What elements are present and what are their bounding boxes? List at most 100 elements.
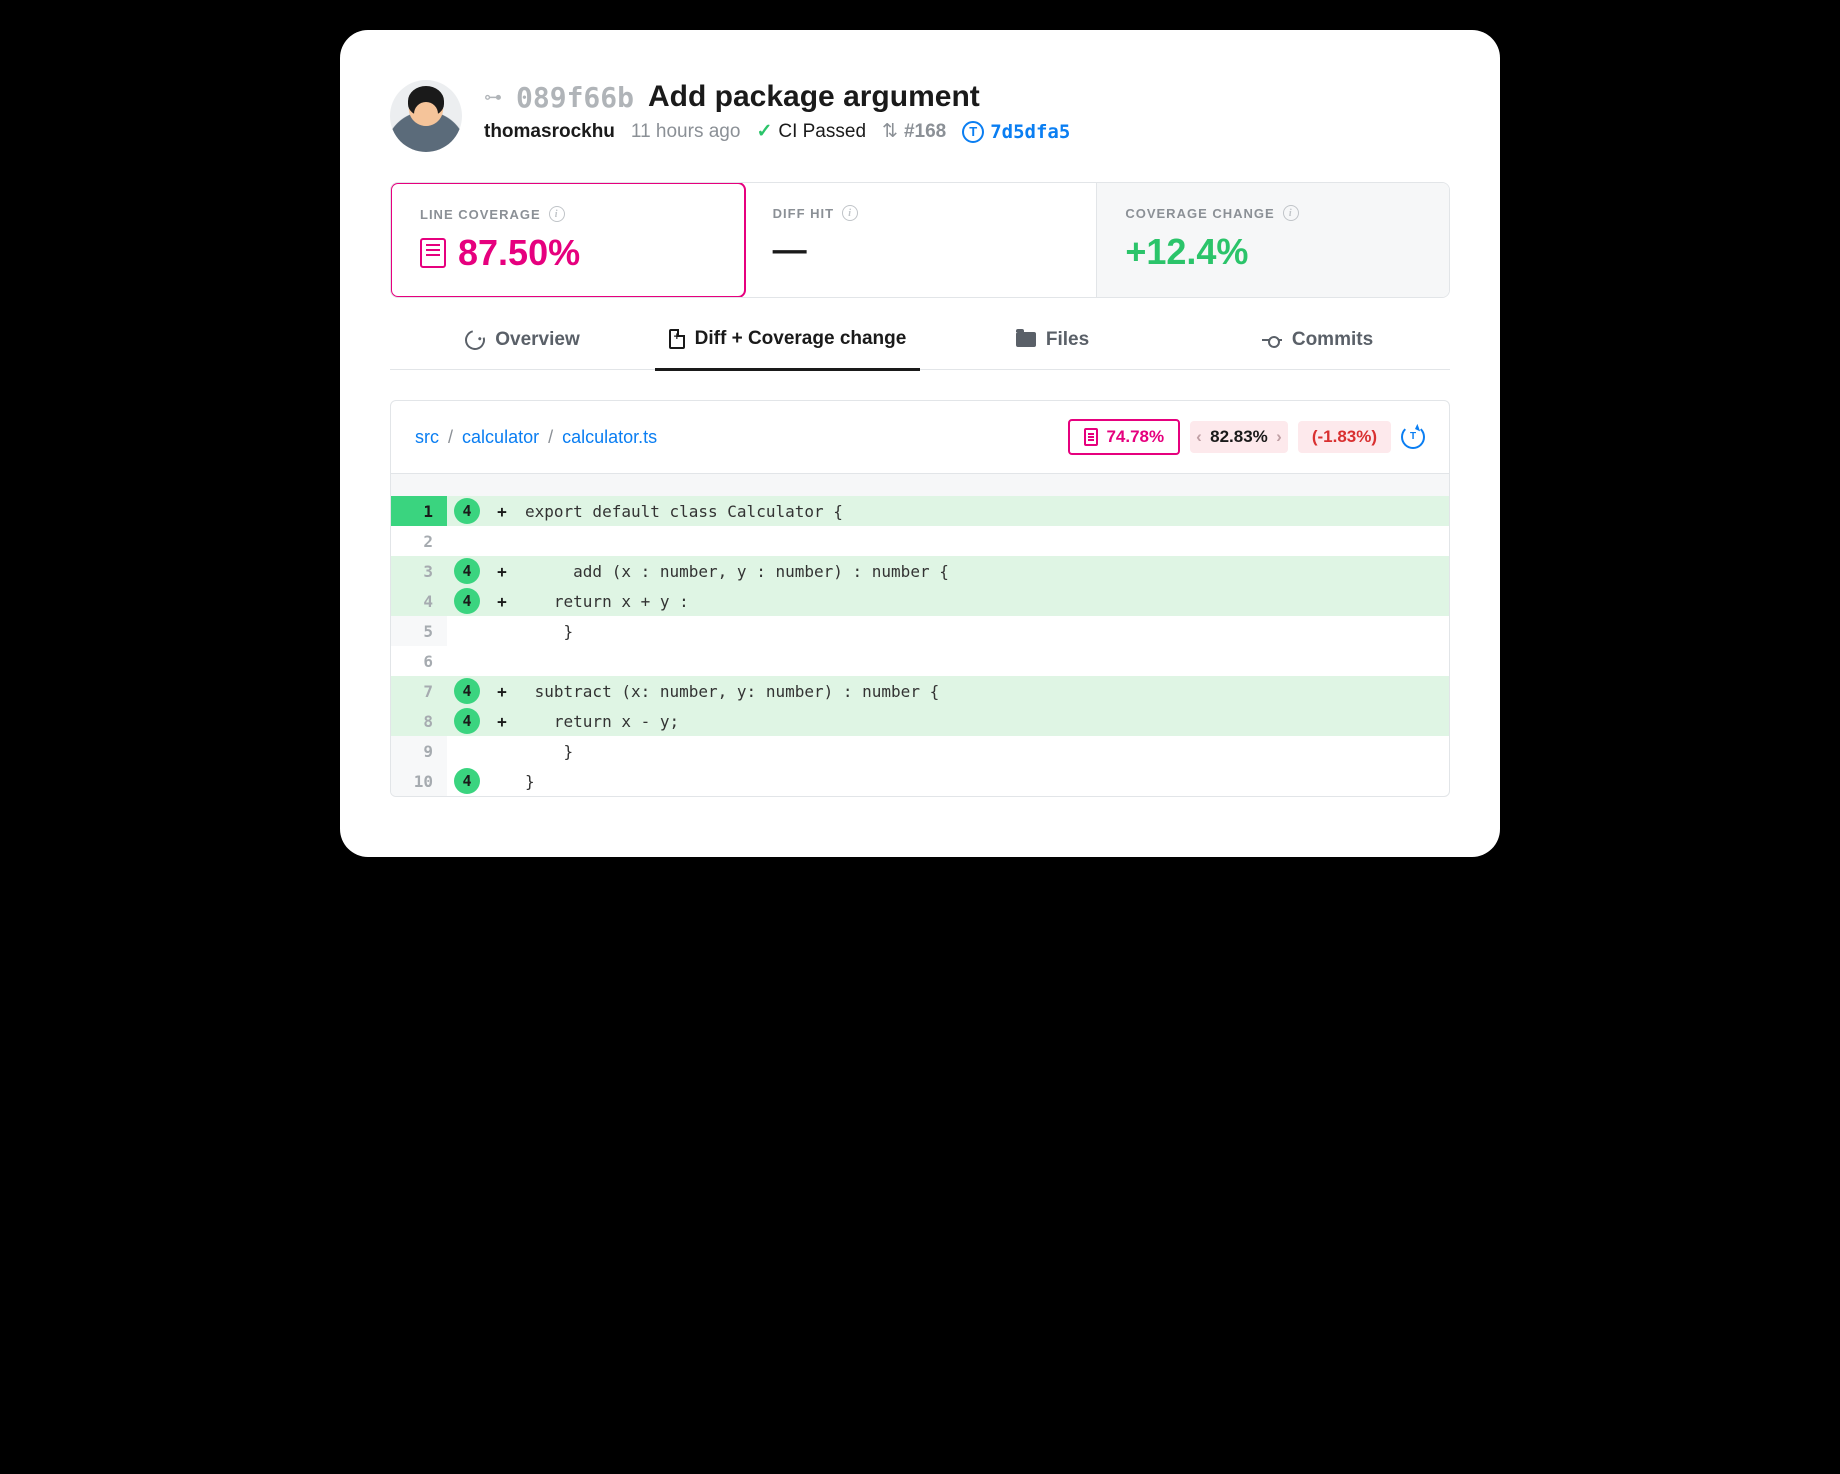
compare-icon: T <box>962 121 984 143</box>
tab-commits[interactable]: Commits <box>1185 328 1450 369</box>
breadcrumb-sep: / <box>548 427 553 447</box>
breadcrumb-segment[interactable]: calculator.ts <box>562 427 657 447</box>
coverage-current: 74.78% <box>1106 427 1164 447</box>
line-number: 3 <box>391 556 447 586</box>
tab-label: Diff + Coverage change <box>695 328 907 350</box>
hit-badge: 4 <box>454 588 480 614</box>
line-number: 10 <box>391 766 447 796</box>
diff-sign: + <box>487 496 517 526</box>
coverage-stats: LINE COVERAGE i 87.50% DIFF HIT i — COVE… <box>390 182 1450 298</box>
tab-overview[interactable]: Overview <box>390 328 655 369</box>
stat-label: COVERAGE CHANGE <box>1125 206 1274 221</box>
file-coverage-stats: 74.78% 82.83% (-1.83%) T <box>1068 419 1425 455</box>
coverage-current-pill[interactable]: 74.78% <box>1068 419 1180 455</box>
pr-number: #168 <box>904 121 946 143</box>
code-line[interactable]: 34 + add (x : number, y : number) : numbe… <box>391 556 1449 586</box>
file-panel: src / calculator / calculator.ts 74.78% … <box>390 400 1450 797</box>
code-content: } <box>517 616 1449 646</box>
stat-diff-hit[interactable]: DIFF HIT i — <box>745 183 1098 297</box>
code-line[interactable]: 74+ subtract (x: number, y: number) : nu… <box>391 676 1449 706</box>
tab-files[interactable]: Files <box>920 328 1185 369</box>
hit-count: 4 <box>447 766 487 796</box>
title-block: ⊶ 089f66b Add package argument thomasroc… <box>484 80 1450 143</box>
file-icon <box>1084 428 1098 446</box>
gauge-icon <box>462 326 489 353</box>
hit-count <box>447 736 487 766</box>
diff-sign <box>487 646 517 676</box>
tab-label: Overview <box>495 329 580 351</box>
coverage-delta: (-1.83%) <box>1312 427 1377 447</box>
tab-bar: Overview Diff + Coverage change Files Co… <box>390 328 1450 370</box>
hit-badge: 4 <box>454 768 480 794</box>
line-number: 7 <box>391 676 447 706</box>
code-content <box>517 646 1449 676</box>
compare-link[interactable]: T 7d5dfa5 <box>962 121 1070 143</box>
stat-line-coverage[interactable]: LINE COVERAGE i 87.50% <box>390 182 746 298</box>
code-line[interactable]: 14 +export default class Calculator { <box>391 496 1449 526</box>
stat-value: — <box>773 231 804 270</box>
diff-sign <box>487 526 517 556</box>
hit-badge: 4 <box>454 708 480 734</box>
code-line[interactable]: 9 } <box>391 736 1449 766</box>
line-number: 8 <box>391 706 447 736</box>
folder-icon <box>1016 332 1036 347</box>
code-line[interactable]: 6 <box>391 646 1449 676</box>
spacer-row <box>391 474 1449 496</box>
breadcrumb-sep: / <box>448 427 453 447</box>
line-number: 6 <box>391 646 447 676</box>
line-number: 1 <box>391 496 447 526</box>
commit-icon: ⊶ <box>484 87 502 108</box>
diff-sign <box>487 616 517 646</box>
tab-label: Files <box>1046 329 1089 351</box>
code-table: 14+export default class Calculator {234+… <box>391 496 1449 796</box>
coverage-base-pill[interactable]: 82.83% <box>1190 421 1288 453</box>
hit-badge: 4 <box>454 558 480 584</box>
author-name[interactable]: thomasrockhu <box>484 121 615 143</box>
info-icon[interactable]: i <box>549 206 565 222</box>
code-line[interactable]: 2 <box>391 526 1449 556</box>
avatar[interactable] <box>390 80 462 152</box>
time-ago: 11 hours ago <box>631 121 741 143</box>
reload-icon[interactable]: T <box>1401 425 1425 449</box>
hit-badge: 4 <box>454 498 480 524</box>
diff-sign: + <box>487 706 517 736</box>
commits-icon <box>1262 339 1282 341</box>
compare-sha: 7d5dfa5 <box>990 121 1070 143</box>
code-line[interactable]: 84 + return x - y; <box>391 706 1449 736</box>
code-line[interactable]: 5 } <box>391 616 1449 646</box>
pull-request[interactable]: ⇅ #168 <box>882 120 946 143</box>
diff-sign: + <box>487 586 517 616</box>
stat-value: +12.4% <box>1125 231 1248 273</box>
hit-count <box>447 646 487 676</box>
code-line[interactable]: 44+ return x + y : <box>391 586 1449 616</box>
stat-label: LINE COVERAGE <box>420 207 541 222</box>
code-content: return x + y : <box>517 586 1449 616</box>
info-icon[interactable]: i <box>1283 205 1299 221</box>
diff-sign: + <box>487 676 517 706</box>
tab-label: Commits <box>1292 329 1373 351</box>
breadcrumb-segment[interactable]: src <box>415 427 439 447</box>
code-content: export default class Calculator { <box>517 496 1449 526</box>
code-content: return x - y; <box>517 706 1449 736</box>
hit-count <box>447 526 487 556</box>
commit-sha[interactable]: 089f66b <box>516 81 634 114</box>
hit-count: 4 <box>447 706 487 736</box>
code-content: add (x : number, y : number) : number { <box>517 556 1449 586</box>
stat-coverage-change[interactable]: COVERAGE CHANGE i +12.4% <box>1097 183 1449 297</box>
diff-sign <box>487 766 517 796</box>
hit-count: 4 <box>447 556 487 586</box>
hit-count: 4 <box>447 496 487 526</box>
line-number: 9 <box>391 736 447 766</box>
coverage-delta-pill[interactable]: (-1.83%) <box>1298 421 1391 453</box>
diff-sign: + <box>487 556 517 586</box>
coverage-icon <box>420 238 446 268</box>
code-content: } <box>517 736 1449 766</box>
hit-count: 4 <box>447 676 487 706</box>
code-line[interactable]: 10 4} <box>391 766 1449 796</box>
breadcrumb-segment[interactable]: calculator <box>462 427 539 447</box>
tab-diff-coverage[interactable]: Diff + Coverage change <box>655 328 920 371</box>
info-icon[interactable]: i <box>842 205 858 221</box>
hit-badge: 4 <box>454 678 480 704</box>
commit-title: Add package argument <box>648 80 980 114</box>
code-content: } <box>517 766 1449 796</box>
